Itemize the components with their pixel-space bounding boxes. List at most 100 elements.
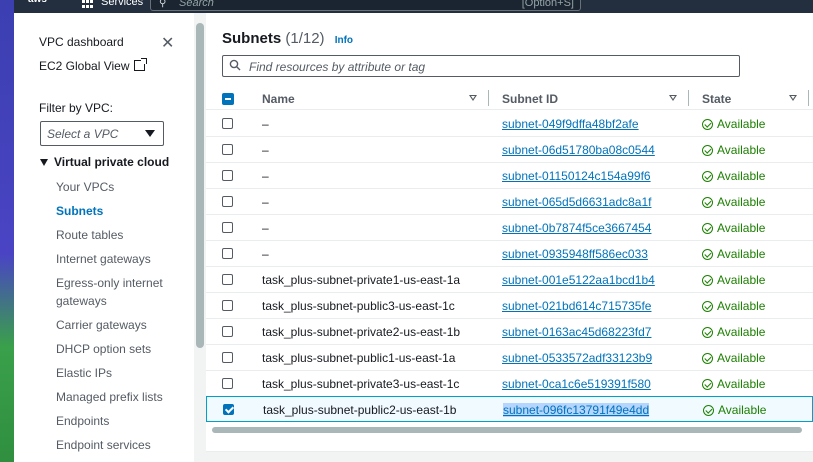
table-row-selected[interactable]: task_plus-subnet-public2-us-east-1b subn… [206, 396, 813, 422]
global-search-input[interactable]: ⚲ Search [Option+S] [150, 0, 581, 11]
table-row[interactable]: task_plus-subnet-private3-us-east-1c sub… [206, 371, 813, 397]
subnet-id-link[interactable]: subnet-0b7874f5ce3667454 [502, 221, 651, 235]
table-row[interactable]: task_plus-subnet-private2-us-east-1b sub… [206, 319, 813, 345]
sidebar-item-subnets[interactable]: Subnets [56, 202, 181, 220]
check-circle-icon [702, 379, 713, 390]
row-checkbox[interactable] [222, 170, 233, 181]
search-placeholder: Search [179, 0, 214, 9]
table-row[interactable]: – subnet-01150124c154a99f6 Available [206, 163, 813, 189]
subnet-name: task_plus-subnet-public3-us-east-1c [262, 299, 455, 313]
row-checkbox[interactable] [222, 352, 233, 363]
subnet-id-link[interactable]: subnet-0533572adf33123b9 [502, 351, 652, 365]
state-cell: Available [702, 221, 765, 235]
sidebar-scrollbar[interactable] [194, 13, 206, 462]
sidebar-section-virtual-private-cloud[interactable]: Virtual private cloud [40, 155, 169, 169]
table-row[interactable]: task_plus-subnet-private1-us-east-1a sub… [206, 267, 813, 293]
subnets-panel: Subnets (1/12) Info Find resources by at… [206, 13, 813, 462]
sidebar-item-route-tables[interactable]: Route tables [56, 226, 181, 244]
table-row[interactable]: – subnet-06d51780ba08c0544 Available [206, 137, 813, 163]
state-text: Available [717, 195, 766, 209]
close-icon[interactable]: ✕ [161, 36, 174, 52]
row-checkbox[interactable] [222, 222, 233, 233]
subnet-id-link[interactable]: subnet-06d51780ba08c0544 [502, 143, 655, 157]
row-checkbox[interactable] [222, 378, 233, 389]
state-text: Available [717, 273, 766, 287]
check-circle-icon [702, 145, 713, 156]
subnet-name: task_plus-subnet-private2-us-east-1b [262, 325, 461, 339]
table-row[interactable]: – subnet-0935948ff586ec033 Available [206, 241, 813, 267]
table-row[interactable]: – subnet-065d5d6631adc8a1f Available [206, 189, 813, 215]
column-resizer[interactable] [808, 90, 809, 106]
sort-icon[interactable] [669, 95, 677, 101]
row-checkbox-checked[interactable] [223, 404, 234, 415]
sidebar-item-carrier-gateways[interactable]: Carrier gateways [56, 316, 181, 334]
state-cell: Available [702, 351, 765, 365]
subnet-id-link[interactable]: subnet-001e5122aa1bcd1b4 [502, 273, 655, 287]
subnet-id-link[interactable]: subnet-0ca1c6e519391f580 [502, 377, 651, 391]
subnet-id-link[interactable]: subnet-0163ac45d68223fd7 [502, 325, 651, 339]
aws-logo[interactable]: aws [28, 0, 58, 8]
sidebar-item-internet-gateways[interactable]: Internet gateways [56, 250, 181, 268]
check-circle-icon [703, 405, 714, 416]
column-resizer[interactable] [488, 90, 489, 106]
sidebar-scroll-thumb[interactable] [196, 23, 204, 348]
subnet-id-link[interactable]: subnet-0935948ff586ec033 [502, 247, 648, 261]
row-checkbox[interactable] [222, 144, 233, 155]
row-checkbox[interactable] [222, 196, 233, 207]
selection-count: (1/12) [285, 30, 325, 47]
sidebar-item-dhcp-option-sets[interactable]: DHCP option sets [56, 340, 181, 358]
sidebar-item-endpoint-services[interactable]: Endpoint services [56, 436, 181, 454]
search-icon [229, 59, 241, 71]
check-circle-icon [702, 197, 713, 208]
filter-by-vpc-label: Filter by VPC: [39, 101, 114, 115]
sidebar-item-elastic-ips[interactable]: Elastic IPs [56, 364, 181, 382]
split-panel-divider[interactable] [206, 451, 813, 462]
table-row[interactable]: – subnet-049f9dffa48bf2afe Available [206, 111, 813, 137]
sidebar-link-vpc-dashboard[interactable]: VPC dashboard [39, 35, 124, 49]
state-cell: Available [702, 143, 765, 157]
column-header-state[interactable]: State [702, 92, 731, 106]
state-cell: Available [702, 169, 765, 183]
subnet-id-link[interactable]: subnet-065d5d6631adc8a1f [502, 195, 651, 209]
sort-icon[interactable] [469, 95, 477, 101]
subnet-id-link[interactable]: subnet-021bd614c715735fe [502, 299, 651, 313]
check-circle-icon [702, 119, 713, 130]
services-menu-button[interactable]: Services [101, 0, 143, 8]
select-all-checkbox[interactable] [222, 93, 234, 105]
table-row[interactable]: task_plus-subnet-public3-us-east-1c subn… [206, 293, 813, 319]
check-circle-icon [702, 275, 713, 286]
sidebar-item-your-vpcs[interactable]: Your VPCs [56, 178, 181, 196]
vpc-select-placeholder: Select a VPC [47, 127, 119, 141]
horizontal-scroll-thumb[interactable] [212, 427, 802, 433]
column-resizer[interactable] [688, 90, 689, 106]
subnet-id-link[interactable]: subnet-049f9dffa48bf2afe [502, 117, 639, 131]
sidebar-link-ec2-global-view[interactable]: EC2 Global View [39, 58, 147, 73]
sidebar-item-egress-only-internet-gateways[interactable]: Egress-only internet gateways [56, 274, 181, 310]
column-header-name[interactable]: Name [262, 92, 295, 106]
table-row[interactable]: task_plus-subnet-public1-us-east-1a subn… [206, 345, 813, 371]
table-horizontal-scrollbar[interactable] [206, 425, 813, 435]
table-row[interactable]: – subnet-0b7874f5ce3667454 Available [206, 215, 813, 241]
find-resources-input[interactable]: Find resources by attribute or tag [222, 55, 740, 77]
sidebar-item-endpoints[interactable]: Endpoints [56, 412, 181, 430]
state-text: Available [717, 221, 766, 235]
column-header-subnet-id[interactable]: Subnet ID [502, 92, 558, 106]
subnet-id-link[interactable]: subnet-01150124c154a99f6 [502, 169, 651, 183]
subnet-id-link[interactable]: subnet-096fc13791f49e4dd [503, 403, 650, 417]
subnet-name: – [262, 169, 269, 183]
row-checkbox[interactable] [222, 118, 233, 129]
info-link[interactable]: Info [335, 35, 353, 46]
sort-icon[interactable] [789, 95, 797, 101]
sidebar-item-managed-prefix-lists[interactable]: Managed prefix lists [56, 388, 181, 406]
services-grid-icon[interactable] [82, 0, 94, 8]
sidebar-navigation: VPC dashboard ✕ EC2 Global View Filter b… [14, 13, 194, 462]
caret-down-icon [145, 130, 155, 137]
row-checkbox[interactable] [222, 300, 233, 311]
external-link-icon [133, 58, 147, 71]
state-text: Available [717, 117, 766, 131]
vpc-filter-select[interactable]: Select a VPC [40, 121, 164, 146]
subnet-name: task_plus-subnet-public2-us-east-1b [263, 403, 457, 417]
row-checkbox[interactable] [222, 326, 233, 337]
row-checkbox[interactable] [222, 274, 233, 285]
row-checkbox[interactable] [222, 248, 233, 259]
